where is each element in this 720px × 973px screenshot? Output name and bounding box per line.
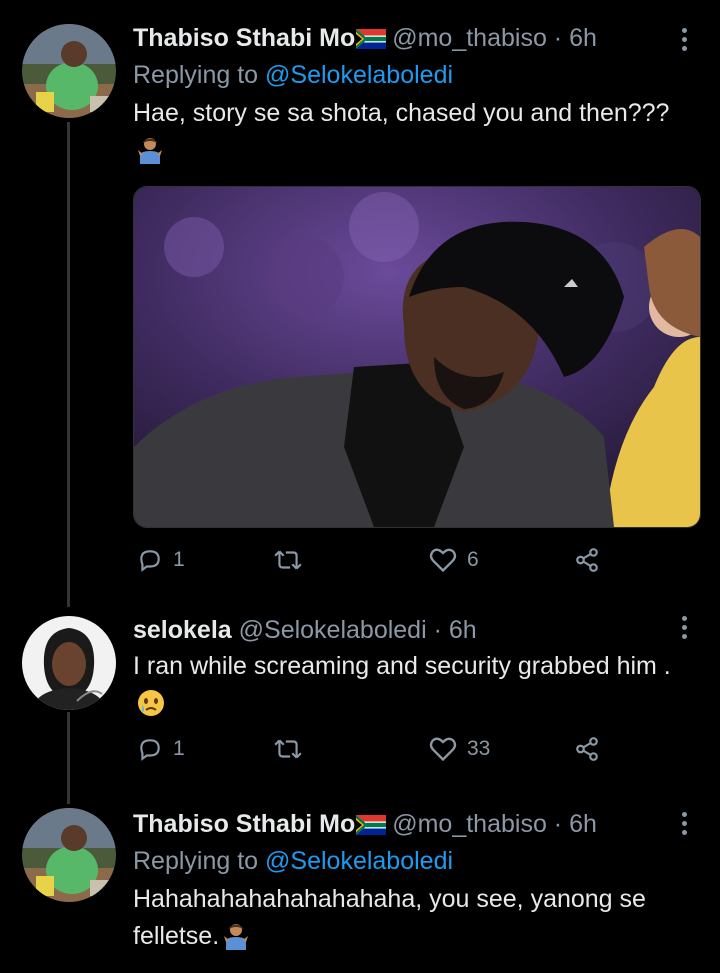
author-handle[interactable]: @mo_thabiso	[392, 810, 547, 838]
tweet-text-body: Hahahahahahahahahaha, you see, yanong se…	[133, 885, 646, 950]
separator-dot: ·	[546, 810, 570, 838]
crying-face-emoji-icon	[137, 689, 165, 728]
more-options-icon[interactable]	[672, 612, 696, 642]
author-handle[interactable]: @Selokelaboledi	[239, 616, 427, 644]
person-shrugging-emoji-icon	[223, 922, 249, 961]
more-options-icon[interactable]	[672, 24, 696, 54]
tweet-text: Hahahahahahahahahaha, you see, yanong se…	[133, 881, 680, 961]
author-name[interactable]: Thabiso Sthabi Mo	[133, 810, 355, 838]
replying-to: Replying to @Selokelaboledi	[133, 843, 680, 879]
mention-link[interactable]: @Selokelaboledi	[265, 847, 453, 875]
replying-label: Replying to	[133, 847, 259, 875]
separator-dot: ·	[426, 616, 449, 644]
like-button[interactable]: 33	[429, 736, 490, 762]
person-shrugging-emoji-icon	[137, 136, 163, 175]
share-icon	[576, 737, 598, 761]
separator-dot: ·	[546, 24, 570, 52]
tweet-header: Thabiso Sthabi Mo @mo_thabiso · 6h	[133, 808, 680, 843]
share-icon	[576, 548, 598, 572]
heart-icon	[429, 548, 457, 573]
timestamp[interactable]: 6h	[449, 616, 477, 644]
reply-button[interactable]: 1	[137, 547, 185, 573]
like-count: 33	[467, 737, 491, 760]
share-button[interactable]	[573, 547, 601, 573]
tweet-text: I ran while screaming and security grabb…	[133, 648, 680, 728]
reply-button[interactable]: 1	[137, 736, 185, 762]
replying-to: Replying to @Selokelaboledi	[133, 57, 680, 93]
mention-link[interactable]: @Selokelaboledi	[265, 61, 453, 89]
retweet-button[interactable]	[273, 547, 313, 573]
avatar[interactable]	[22, 808, 116, 902]
timestamp[interactable]: 6h	[569, 810, 597, 838]
tweet[interactable]: selokela @Selokelaboledi · 6h I ran whil…	[0, 600, 720, 790]
like-count: 6	[467, 548, 479, 571]
tweet-actions: 1 6	[133, 547, 613, 581]
retweet-button[interactable]	[273, 736, 313, 762]
author-handle[interactable]: @mo_thabiso	[392, 24, 547, 52]
tweet-text: Hae, story se sa shota, chased you and t…	[133, 95, 680, 175]
tweet-actions: 1 33	[133, 736, 613, 770]
heart-icon	[429, 737, 457, 762]
replying-label: Replying to	[133, 61, 259, 89]
tweet-text-body: I ran while screaming and security grabb…	[133, 652, 671, 680]
author-name[interactable]: selokela	[133, 616, 232, 644]
avatar[interactable]	[22, 24, 116, 118]
author-name[interactable]: Thabiso Sthabi Mo	[133, 24, 355, 52]
author-handle-spacer	[232, 616, 239, 644]
more-options-icon[interactable]	[672, 808, 696, 838]
retweet-icon	[274, 739, 302, 759]
tweet[interactable]: Thabiso Sthabi Mo @mo_thabiso · 6h Replyi…	[0, 790, 720, 973]
retweet-icon	[274, 550, 302, 570]
reply-icon	[140, 739, 160, 761]
tweet-header: Thabiso Sthabi Mo @mo_thabiso · 6h	[133, 22, 680, 57]
timestamp[interactable]: 6h	[569, 24, 597, 52]
reply-icon	[140, 550, 160, 572]
south-africa-flag-icon	[356, 25, 387, 57]
tweet-header: selokela @Selokelaboledi · 6h	[133, 614, 680, 646]
tweet[interactable]: Thabiso Sthabi Mo @mo_thabiso · 6h Replyi…	[0, 0, 720, 600]
south-africa-flag-icon	[356, 811, 387, 843]
tweet-text-body: Hae, story se sa shota, chased you and t…	[133, 99, 670, 127]
share-button[interactable]	[573, 736, 601, 762]
avatar[interactable]	[22, 616, 116, 710]
reply-count: 1	[173, 548, 185, 571]
reply-count: 1	[173, 737, 185, 760]
tweet-media-image[interactable]	[133, 186, 701, 528]
like-button[interactable]: 6	[429, 547, 479, 573]
